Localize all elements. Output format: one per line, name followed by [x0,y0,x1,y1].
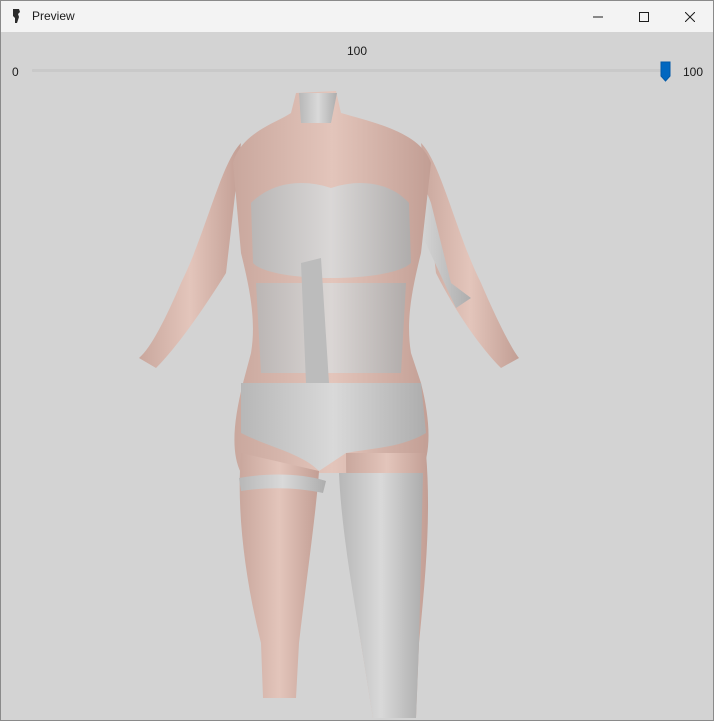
app-figure-icon [13,9,20,23]
model-figure [139,91,519,718]
slider-thumb[interactable] [660,61,671,82]
maximize-button[interactable] [621,1,667,32]
minimize-icon [593,16,603,17]
slider-value-label: 100 [346,44,368,58]
slider-max-label: 100 [683,65,704,79]
close-button[interactable] [667,1,713,32]
3d-model-viewport[interactable] [1,83,713,720]
close-icon [685,11,695,22]
title-bar[interactable]: Preview [1,1,713,32]
minimize-button[interactable] [575,1,621,32]
slider-track[interactable] [32,69,666,72]
slider-fill [32,69,666,72]
maximize-icon [639,11,649,22]
preview-window: Preview 100 0 100 [0,0,714,721]
slider-min-label: 0 [12,65,19,79]
window-title: Preview [32,9,75,23]
